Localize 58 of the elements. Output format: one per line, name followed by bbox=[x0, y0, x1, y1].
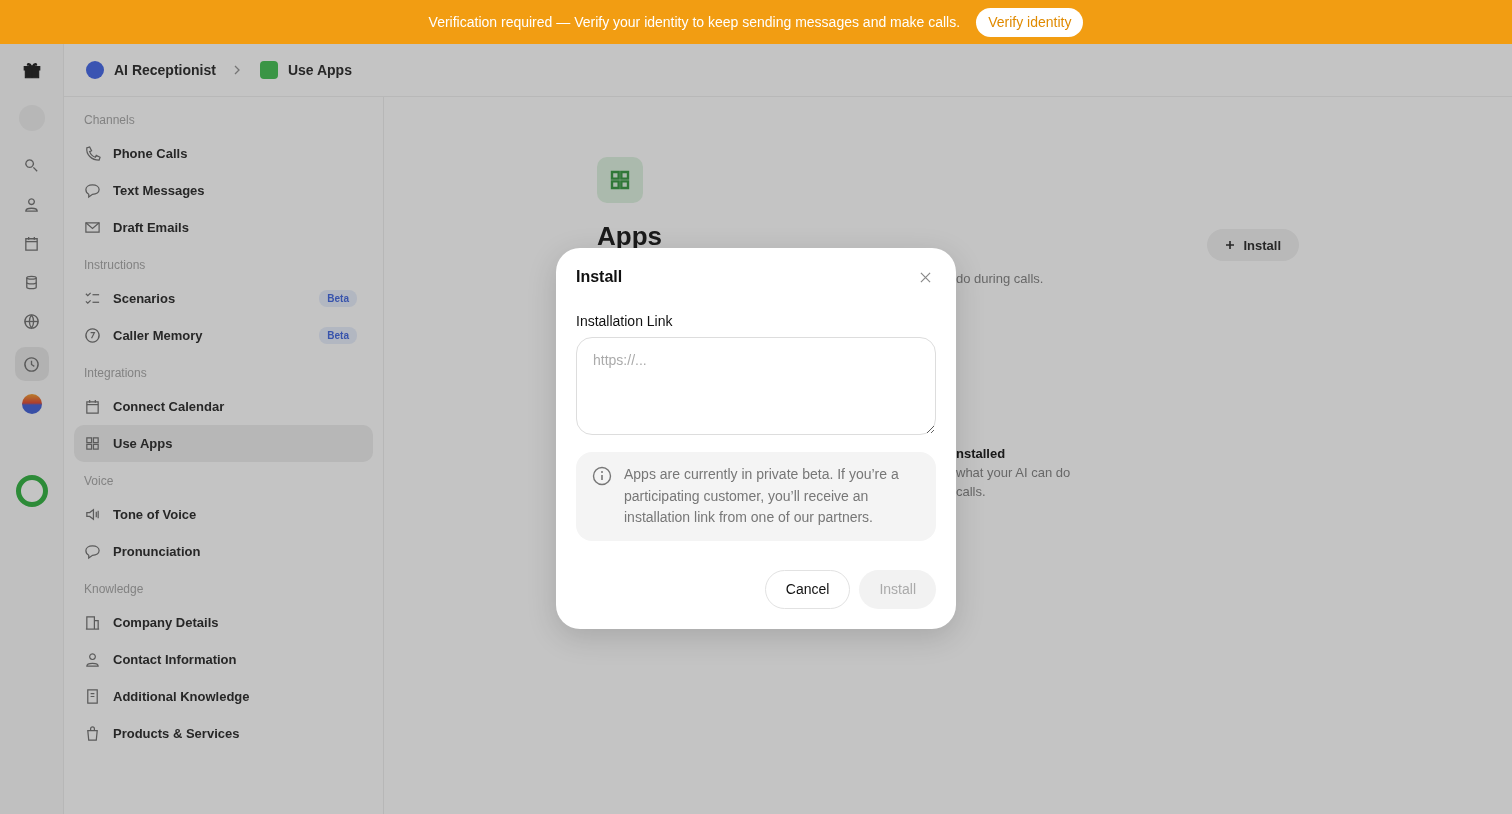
sidebar-item[interactable]: Pronunciation bbox=[74, 533, 373, 570]
sidebar-item[interactable]: Scenarios Beta bbox=[74, 280, 373, 317]
building-icon bbox=[84, 614, 101, 631]
sidebar-item[interactable]: Phone Calls bbox=[74, 135, 373, 172]
search-icon bbox=[23, 156, 40, 174]
person-icon bbox=[23, 195, 40, 213]
clock-icon bbox=[23, 355, 40, 373]
sidebar-item[interactable]: Products & Services bbox=[74, 715, 373, 752]
sidebar-item[interactable]: Tone of Voice bbox=[74, 496, 373, 533]
close-icon[interactable] bbox=[920, 271, 931, 283]
database-icon bbox=[23, 273, 40, 291]
person-icon bbox=[84, 651, 101, 668]
list-icon bbox=[84, 290, 101, 307]
sidebar-item[interactable]: Additional Knowledge bbox=[74, 678, 373, 715]
envelope-icon bbox=[84, 219, 101, 236]
document-icon bbox=[84, 688, 101, 705]
clock-rail-button[interactable] bbox=[14, 347, 49, 381]
profile-avatar[interactable] bbox=[21, 394, 42, 414]
calendar-icon bbox=[84, 398, 101, 415]
chat-bubble-button[interactable] bbox=[15, 475, 48, 507]
sidebar-item[interactable]: Text Messages bbox=[74, 172, 373, 209]
install-button[interactable]: Install bbox=[1207, 229, 1299, 261]
globe-icon bbox=[23, 312, 40, 330]
section-heading: Voice bbox=[83, 473, 115, 490]
breadcrumb-link[interactable]: Use Apps bbox=[287, 62, 352, 78]
installation-link-field[interactable]: https://... bbox=[576, 337, 936, 435]
sidebar-item[interactable]: Caller Memory Beta bbox=[74, 317, 373, 354]
beta-badge: Beta bbox=[319, 290, 357, 307]
sidebar-item[interactable]: Use Apps bbox=[74, 425, 373, 462]
dialog-title: Install bbox=[576, 268, 623, 286]
phone-icon bbox=[84, 145, 101, 162]
gift-icon[interactable] bbox=[21, 60, 42, 80]
section-heading: Channels bbox=[83, 112, 136, 129]
section-heading: Integrations bbox=[83, 365, 148, 382]
beta-badge: Beta bbox=[319, 327, 357, 344]
sidebar-item[interactable]: Company Details bbox=[74, 604, 373, 641]
cancel-button[interactable]: Cancel bbox=[764, 569, 851, 609]
info-icon bbox=[592, 466, 612, 486]
section-heading: Knowledge bbox=[83, 581, 145, 598]
plus-icon bbox=[1225, 240, 1236, 250]
sidebar-item[interactable]: Contact Information bbox=[74, 641, 373, 678]
bag-icon bbox=[84, 725, 101, 742]
field-label: Installation Link bbox=[576, 313, 674, 329]
section-heading: Instructions bbox=[83, 257, 147, 274]
page-title: Apps bbox=[597, 220, 662, 252]
empty-state-text: what your AI can do bbox=[956, 465, 1071, 480]
speaker-icon bbox=[84, 506, 101, 523]
info-message: Apps are currently in private beta. If you’re a participating customer, you’ll receive an installation link from one of our partners. bbox=[624, 465, 900, 527]
sidebar-item[interactable]: Connect Calendar bbox=[74, 388, 373, 425]
breadcrumb-link[interactable]: AI Receptionist bbox=[114, 62, 216, 78]
sidebar-item[interactable]: Draft Emails bbox=[74, 209, 373, 246]
chat-icon bbox=[84, 182, 101, 199]
calendar-icon bbox=[23, 234, 40, 252]
chat-icon bbox=[84, 543, 101, 560]
page-description: do during calls. bbox=[956, 271, 1044, 286]
empty-state-text: calls. bbox=[956, 484, 986, 499]
verification-message: Verification required — Verify your identity to keep sending messages and make calls. bbox=[428, 14, 961, 30]
empty-state-title: nstalled bbox=[956, 446, 1006, 461]
